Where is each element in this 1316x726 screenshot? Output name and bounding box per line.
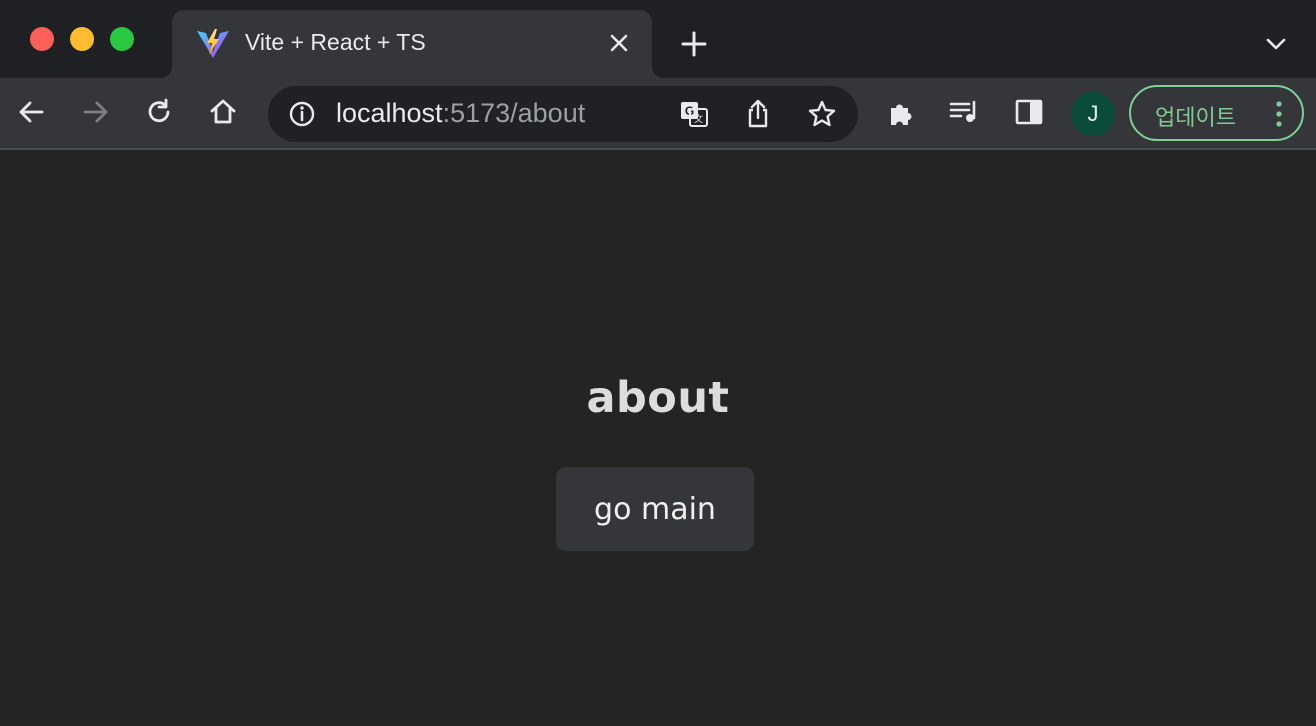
address-bar[interactable]: localhost:5173/about G 文	[268, 86, 858, 142]
url-path: :5173/about	[442, 98, 586, 128]
extensions-puzzle-icon[interactable]	[886, 96, 918, 128]
forward-arrow-icon[interactable]	[79, 96, 111, 128]
window-minimize-button[interactable]	[70, 27, 94, 51]
new-tab-icon[interactable]	[680, 30, 708, 58]
more-menu-icon[interactable]	[1274, 99, 1284, 129]
site-info-icon[interactable]	[288, 100, 316, 128]
share-icon[interactable]	[742, 98, 774, 130]
url-host: localhost	[336, 98, 443, 128]
window-maximize-button[interactable]	[110, 27, 134, 51]
reload-icon[interactable]	[143, 96, 175, 128]
update-button-label: 업데이트	[1155, 106, 1236, 131]
go-main-button[interactable]: go main	[556, 467, 754, 551]
browser-tab[interactable]: Vite + React + TS	[160, 10, 664, 78]
home-icon[interactable]	[207, 96, 239, 128]
close-tab-icon[interactable]	[606, 30, 632, 56]
tab-title: Vite + React + TS	[245, 29, 426, 55]
url-text[interactable]: localhost:5173/about	[336, 98, 585, 129]
media-queue-icon[interactable]	[948, 96, 980, 128]
tab-strip: Vite + React + TS	[0, 0, 1316, 78]
side-panel-icon[interactable]	[1013, 96, 1045, 128]
vite-logo-icon	[197, 29, 229, 58]
chevron-down-icon[interactable]	[1264, 34, 1288, 54]
window-close-button[interactable]	[30, 27, 54, 51]
svg-text:文: 文	[694, 113, 703, 125]
back-arrow-icon[interactable]	[16, 96, 48, 128]
update-button[interactable]: 업데이트	[1129, 85, 1304, 141]
page-title: about	[586, 373, 730, 423]
page-content: about go main	[0, 151, 1316, 726]
translate-icon[interactable]: G 文	[678, 98, 710, 130]
bookmark-star-icon[interactable]	[806, 98, 838, 130]
profile-avatar[interactable]: J	[1071, 92, 1115, 136]
browser-toolbar: localhost:5173/about G 文 J 업데이트	[0, 78, 1316, 150]
